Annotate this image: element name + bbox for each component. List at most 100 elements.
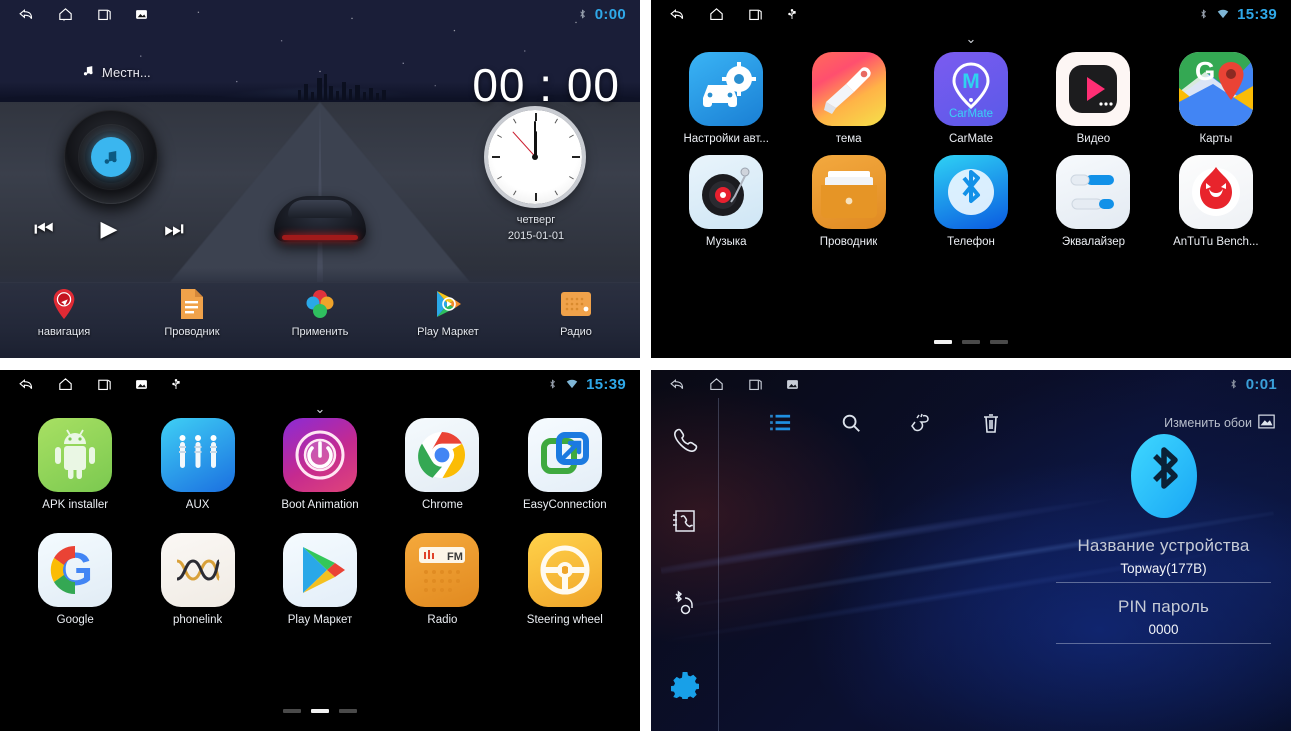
page-dot-2[interactable] bbox=[311, 709, 329, 713]
steering-wheel-icon bbox=[527, 533, 602, 607]
app-label: Boot Animation bbox=[281, 499, 359, 511]
search-icon[interactable] bbox=[816, 412, 886, 434]
bluetooth-icon bbox=[1228, 377, 1239, 391]
dock-item-radio[interactable]: Радио bbox=[512, 286, 640, 338]
skip-previous-icon[interactable]: ⏮ bbox=[34, 218, 54, 240]
screenshot-icon[interactable] bbox=[135, 8, 148, 21]
app-phonelink[interactable]: phonelink bbox=[136, 533, 258, 626]
back-icon[interactable] bbox=[18, 376, 35, 393]
app-phone-bluetooth[interactable]: Телефон bbox=[910, 155, 1032, 248]
app-equalizer[interactable]: Эквалайзер bbox=[1032, 155, 1154, 248]
app-steering-wheel[interactable]: Steering wheel bbox=[504, 533, 626, 626]
chevron-down-icon[interactable]: ⌄ bbox=[966, 32, 977, 45]
pin-value[interactable]: 0000 bbox=[1056, 622, 1271, 644]
bluetooth-headset-icon[interactable] bbox=[670, 588, 700, 618]
recents-icon[interactable] bbox=[96, 376, 113, 393]
music-hub-icon[interactable] bbox=[91, 137, 131, 177]
app-label: Настройки авт... bbox=[683, 133, 769, 145]
app-maps[interactable]: G Карты bbox=[1155, 52, 1277, 145]
back-icon[interactable] bbox=[669, 6, 686, 23]
app-label: phonelink bbox=[172, 614, 223, 626]
screenshot-icon[interactable] bbox=[786, 378, 799, 391]
app-boot-animation[interactable]: Boot Animation bbox=[259, 418, 381, 511]
app-music[interactable]: Музыка bbox=[665, 155, 787, 248]
recents-icon[interactable] bbox=[747, 376, 764, 393]
gesture-hand-icon[interactable] bbox=[886, 412, 956, 434]
app-car-settings[interactable]: Настройки авт... bbox=[665, 52, 787, 145]
app-label: Музыка bbox=[705, 236, 747, 248]
change-wallpaper-label: Изменить обои bbox=[1164, 416, 1252, 430]
home-icon[interactable] bbox=[708, 376, 725, 393]
back-icon[interactable] bbox=[669, 376, 686, 393]
home-icon[interactable] bbox=[57, 376, 74, 393]
app-radio[interactable]: FM Radio bbox=[381, 533, 503, 626]
chevron-down-icon[interactable]: ⌄ bbox=[315, 402, 326, 415]
page-dot-3[interactable] bbox=[339, 709, 357, 713]
analog-clock-widget bbox=[488, 110, 582, 204]
panel-app-drawer-page-1: 15:39 ⌄ Настройки авт... тема M CarMate … bbox=[651, 0, 1291, 358]
app-label: Steering wheel bbox=[526, 614, 603, 626]
app-label: Radio bbox=[427, 614, 458, 626]
app-label: Видео bbox=[1076, 133, 1111, 145]
weekday-text: четверг bbox=[516, 214, 556, 226]
app-play-market[interactable]: Play Маркет bbox=[259, 533, 381, 626]
bluetooth-phone-icon bbox=[934, 155, 1009, 229]
carmate-icon: M CarMate bbox=[934, 52, 1009, 126]
recents-icon[interactable] bbox=[747, 6, 764, 23]
app-video[interactable]: Видео bbox=[1032, 52, 1154, 145]
antutu-icon bbox=[1178, 155, 1253, 229]
dock-item-apply[interactable]: Применить bbox=[256, 286, 384, 338]
dialpad-phone-icon[interactable] bbox=[670, 424, 700, 454]
page-dot-3[interactable] bbox=[990, 340, 1008, 344]
page-dot-2[interactable] bbox=[962, 340, 980, 344]
apply-petals-icon bbox=[302, 286, 338, 322]
settings-gear-icon[interactable] bbox=[670, 670, 700, 700]
app-file-manager[interactable]: Проводник bbox=[787, 155, 909, 248]
panel-car-launcher-home: 0:00 Местн... ⏮ ▶ ⏭ 00 : 00 четверг 2015… bbox=[0, 0, 640, 358]
svg-text:CarMate: CarMate bbox=[949, 108, 993, 120]
app-easyconnection[interactable]: EasyConnection bbox=[504, 418, 626, 511]
navigation-pin-icon bbox=[46, 286, 82, 322]
phonelink-icon bbox=[160, 533, 235, 607]
app-label: Телефон bbox=[947, 236, 995, 248]
app-label: APK installer bbox=[42, 499, 109, 511]
skip-next-icon[interactable]: ⏭ bbox=[164, 218, 184, 240]
play-store-icon bbox=[430, 286, 466, 322]
page-dot-1[interactable] bbox=[283, 709, 301, 713]
screenshot-icon[interactable] bbox=[135, 378, 148, 391]
back-icon[interactable] bbox=[18, 6, 35, 23]
usb-icon[interactable] bbox=[786, 7, 798, 22]
home-icon[interactable] bbox=[57, 6, 74, 23]
usb-icon[interactable] bbox=[170, 377, 182, 392]
app-apk-installer[interactable]: APK installer bbox=[14, 418, 136, 511]
play-icon[interactable]: ▶ bbox=[101, 218, 118, 240]
vinyl-record-widget[interactable] bbox=[48, 110, 174, 206]
dock-label: навигация bbox=[37, 326, 91, 338]
svg-text:FM: FM bbox=[447, 551, 463, 563]
app-theme[interactable]: тема bbox=[787, 52, 909, 145]
dock-item-navigation[interactable]: навигация bbox=[0, 286, 128, 338]
wifi-icon bbox=[565, 377, 579, 391]
contacts-icon[interactable] bbox=[670, 506, 700, 536]
dock-item-file-manager[interactable]: Проводник bbox=[128, 286, 256, 338]
status-nav-icons bbox=[0, 376, 182, 393]
app-label: AnTuTu Bench... bbox=[1173, 236, 1259, 248]
app-google[interactable]: G Google bbox=[14, 533, 136, 626]
date-display: четверг 2015-01-01 bbox=[476, 212, 596, 244]
status-nav-icons bbox=[651, 6, 798, 23]
list-icon[interactable] bbox=[746, 413, 816, 433]
recents-icon[interactable] bbox=[96, 6, 113, 23]
app-row: G Google phonelink Play Маркет FM Radio … bbox=[14, 533, 626, 626]
home-icon[interactable] bbox=[708, 6, 725, 23]
device-name-value[interactable]: Topway(177B) bbox=[1056, 561, 1271, 583]
app-carmate[interactable]: M CarMate CarMate bbox=[910, 52, 1032, 145]
app-aux[interactable]: AUX bbox=[136, 418, 258, 511]
app-chrome[interactable]: Chrome bbox=[381, 418, 503, 511]
clock-second-hand bbox=[511, 131, 536, 158]
dock-label: Применить bbox=[291, 326, 349, 338]
dock-item-play-store[interactable]: Play Маркет bbox=[384, 286, 512, 338]
theme-brush-icon bbox=[811, 52, 886, 126]
trash-icon[interactable] bbox=[956, 412, 1026, 434]
app-antutu[interactable]: AnTuTu Bench... bbox=[1155, 155, 1277, 248]
page-dot-1[interactable] bbox=[934, 340, 952, 344]
